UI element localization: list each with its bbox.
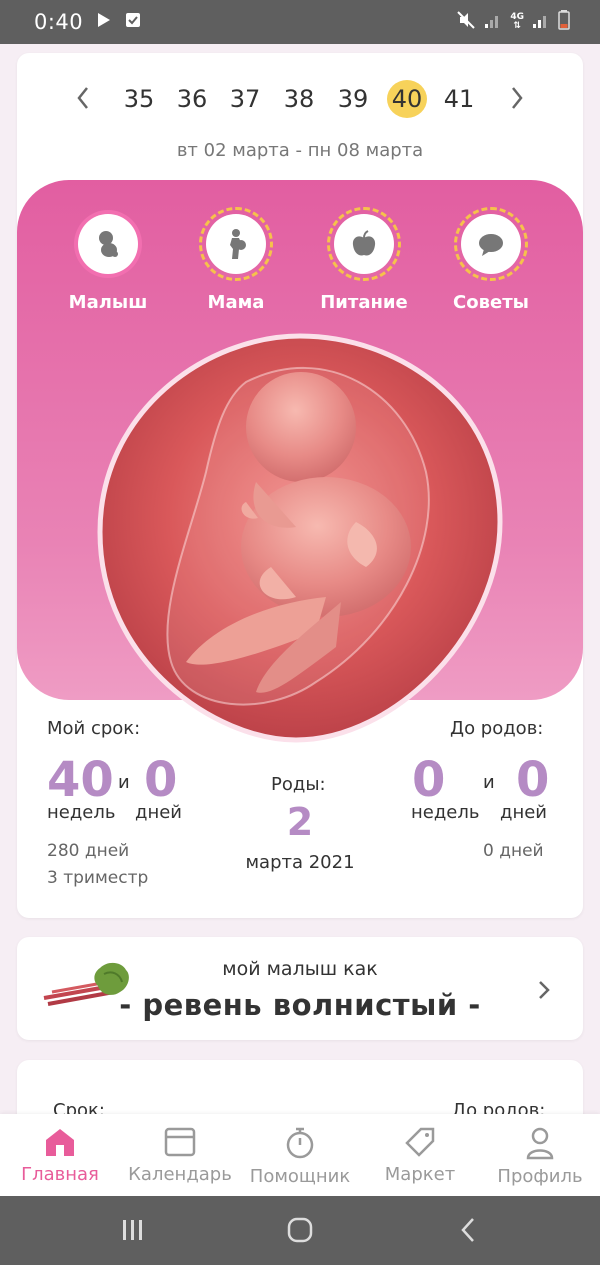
nav-market[interactable]: Маркет bbox=[360, 1114, 480, 1196]
home-icon bbox=[46, 1129, 74, 1156]
my-term-and: и bbox=[118, 772, 130, 793]
status-time: 0:40 bbox=[34, 10, 84, 34]
baby-size-name: - ревень волнистый - bbox=[119, 988, 481, 1022]
signal-icon bbox=[484, 11, 502, 33]
week-item[interactable]: 39 bbox=[333, 80, 373, 118]
week-item[interactable]: 41 bbox=[439, 80, 479, 118]
until-birth-days: 0 bbox=[516, 752, 550, 808]
stopwatch-icon bbox=[286, 1127, 314, 1159]
4g-icon: 4G ⇅ bbox=[510, 12, 524, 31]
tab-advice[interactable]: Советы bbox=[426, 207, 556, 313]
week-item[interactable]: 36 bbox=[172, 80, 212, 118]
nav-label: Помощник bbox=[249, 1166, 351, 1187]
battery-icon bbox=[558, 10, 570, 34]
tag-icon bbox=[405, 1127, 435, 1157]
apple-icon bbox=[327, 207, 401, 281]
until-birth-weeks-unit: недель bbox=[411, 802, 480, 823]
profile-icon bbox=[526, 1127, 554, 1160]
tab-mom[interactable]: Мама bbox=[171, 207, 301, 313]
tab-label: Питание bbox=[320, 292, 408, 313]
tab-baby[interactable]: Малыш bbox=[43, 214, 173, 313]
week-item-selected[interactable]: 40 bbox=[387, 80, 427, 118]
checkbox-notification-icon bbox=[125, 12, 141, 32]
mute-icon bbox=[456, 10, 476, 34]
until-birth-total-days: 0 дней bbox=[483, 841, 544, 861]
nav-label: Главная bbox=[21, 1164, 99, 1185]
birth-label: Роды: bbox=[271, 774, 326, 795]
week-date-range: вт 02 марта - пн 08 марта bbox=[176, 140, 424, 161]
mom-icon bbox=[199, 207, 273, 281]
next-week-arrow-icon[interactable] bbox=[508, 84, 526, 119]
back-icon[interactable] bbox=[458, 1216, 478, 1248]
tab-nutrition[interactable]: Питание bbox=[299, 207, 429, 313]
until-birth-and: и bbox=[483, 772, 495, 793]
status-bar: 0:40 4G ⇅ bbox=[0, 0, 600, 44]
chat-icon bbox=[454, 207, 528, 281]
tab-label: Малыш bbox=[68, 292, 148, 313]
play-store-icon bbox=[95, 11, 113, 33]
nav-label: Профиль bbox=[497, 1166, 583, 1187]
calendar-icon bbox=[164, 1127, 196, 1157]
baby-size-prefix: мой малыш как bbox=[222, 958, 378, 980]
fetus-illustration bbox=[97, 333, 503, 743]
tab-label: Советы bbox=[453, 292, 529, 313]
bottom-navigation: Главная Календарь Помощник Маркет Профил… bbox=[0, 1114, 600, 1196]
until-birth-label: До родов: bbox=[450, 718, 544, 739]
nav-label: Календарь bbox=[128, 1164, 232, 1185]
my-term-label: Мой срок: bbox=[47, 718, 141, 739]
nav-calendar[interactable]: Календарь bbox=[120, 1114, 240, 1196]
until-birth-days-unit: дней bbox=[500, 802, 547, 823]
chevron-right-icon[interactable] bbox=[536, 978, 552, 1006]
nav-label: Маркет bbox=[384, 1164, 456, 1185]
home-button-icon[interactable] bbox=[286, 1216, 314, 1248]
recent-apps-icon[interactable] bbox=[120, 1218, 146, 1246]
nav-profile[interactable]: Профиль bbox=[480, 1114, 600, 1196]
system-navigation-bar bbox=[0, 1196, 600, 1265]
week-item[interactable]: 38 bbox=[279, 80, 319, 118]
until-birth-weeks: 0 bbox=[412, 752, 446, 808]
week-item[interactable]: 35 bbox=[119, 80, 159, 118]
signal-icon-2 bbox=[532, 11, 550, 33]
tab-label: Мама bbox=[207, 292, 265, 313]
baby-icon bbox=[78, 214, 138, 274]
week-item[interactable]: 37 bbox=[225, 80, 265, 118]
nav-home[interactable]: Главная bbox=[0, 1114, 120, 1196]
nav-assistant[interactable]: Помощник bbox=[240, 1114, 360, 1196]
